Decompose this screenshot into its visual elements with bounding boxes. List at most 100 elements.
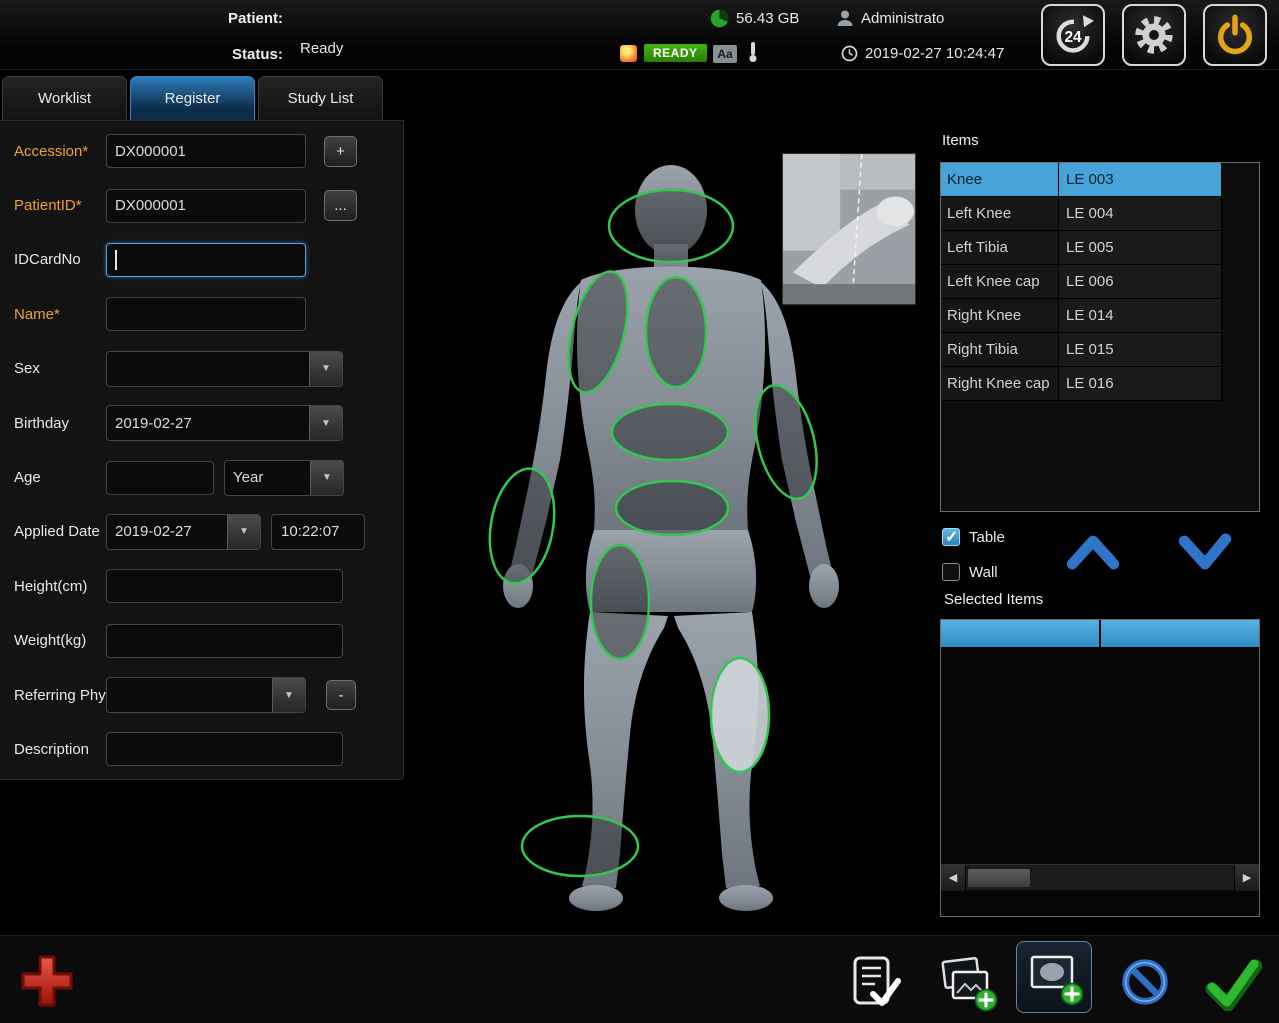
items-title: Items: [942, 132, 979, 149]
height-row: Height(cm): [0, 559, 403, 613]
wall-receptor-option[interactable]: Wall: [942, 563, 998, 581]
item-code: LE 014: [1059, 299, 1222, 333]
applied-date-select[interactable]: 2019-02-27 ▼: [106, 514, 261, 550]
item-code: LE 006: [1059, 265, 1222, 299]
accession-input[interactable]: [106, 134, 306, 168]
scroll-left-button[interactable]: ◀: [941, 865, 966, 891]
item-row[interactable]: Left Tibia LE 005: [941, 231, 1259, 265]
birthday-select[interactable]: 2019-02-27 ▼: [106, 405, 343, 441]
selected-items-body: [941, 647, 1259, 864]
id-card-input[interactable]: [106, 243, 306, 277]
age-unit-select[interactable]: Year ▼: [224, 460, 344, 496]
patient-id-browse-button[interactable]: ...: [324, 190, 357, 221]
move-up-button[interactable]: [1062, 528, 1124, 576]
chevron-up-icon: [1062, 528, 1124, 576]
item-code: LE 005: [1059, 231, 1222, 265]
main-tabs: Worklist Register Study List: [2, 76, 383, 120]
weight-row: Weight(kg): [0, 614, 403, 668]
scroll-right-button[interactable]: ▶: [1234, 865, 1259, 891]
sex-row: Sex ▼: [0, 342, 403, 396]
text-size-indicator: Aa: [713, 45, 737, 63]
chevron-down-icon: ▼: [272, 678, 305, 712]
name-input[interactable]: [106, 297, 306, 331]
item-row[interactable]: Left Knee cap LE 006: [941, 265, 1259, 299]
tab-worklist[interactable]: Worklist: [2, 76, 127, 120]
horizontal-scrollbar: ◀ ▶: [941, 864, 1259, 890]
item-row[interactable]: Right Tibia LE 015: [941, 333, 1259, 367]
position-preview-image: [782, 153, 916, 305]
green-check-icon: [1202, 953, 1262, 1011]
scrollbar-thumb[interactable]: [968, 869, 1030, 887]
region-knee-selected[interactable]: [711, 658, 769, 772]
gear-icon: [1132, 13, 1176, 57]
patient-id-input[interactable]: [106, 189, 306, 223]
wall-checkbox-label: Wall: [969, 564, 998, 581]
age-label: Age: [0, 469, 106, 486]
move-down-button[interactable]: [1174, 528, 1236, 576]
description-label: Description: [0, 741, 106, 758]
region-thigh[interactable]: [591, 545, 649, 659]
settings-button[interactable]: [1122, 4, 1186, 66]
wall-checkbox[interactable]: [942, 563, 960, 581]
knee-position-illustration: [783, 154, 915, 304]
applied-date-label: Applied Date: [0, 523, 106, 540]
birthday-label: Birthday: [0, 415, 106, 432]
tab-register[interactable]: Register: [130, 76, 255, 120]
tab-study-list[interactable]: Study List: [258, 76, 383, 120]
age-unit-value: Year: [225, 469, 310, 486]
table-receptor-option[interactable]: Table: [942, 528, 1005, 546]
cancel-button[interactable]: [1118, 955, 1172, 1014]
item-code: LE 015: [1059, 333, 1222, 367]
region-pelvis[interactable]: [616, 481, 728, 535]
item-name: Right Knee cap: [941, 367, 1059, 401]
items-list: Knee LE 003 Left Knee LE 004 Left Tibia …: [940, 162, 1260, 512]
description-input[interactable]: [106, 732, 343, 766]
power-icon: [1213, 13, 1257, 57]
user-icon: [836, 9, 854, 27]
table-checkbox[interactable]: [942, 528, 960, 546]
patient-label: Patient:: [228, 10, 283, 27]
sex-label: Sex: [0, 360, 106, 377]
region-abdomen[interactable]: [612, 404, 728, 460]
applied-time-field[interactable]: 10:22:07: [271, 514, 365, 550]
status-value: Ready: [300, 40, 343, 57]
disk-pie-icon: [710, 9, 729, 28]
referring-physician-remove-button[interactable]: -: [326, 680, 356, 710]
thermometer-icon: [747, 41, 759, 63]
rotate-24h-button[interactable]: 24: [1041, 4, 1105, 66]
emergency-patient-button[interactable]: [18, 952, 76, 1015]
body-map-area: [404, 70, 932, 935]
name-row: Name*: [0, 287, 403, 341]
region-chest[interactable]: [646, 277, 706, 387]
accession-add-button[interactable]: +: [324, 136, 357, 167]
referring-physician-label: Referring Phys: [0, 687, 106, 704]
chevron-down-icon: ▼: [310, 461, 343, 495]
rotate-24h-icon: 24: [1051, 13, 1095, 57]
item-row[interactable]: Right Knee cap LE 016: [941, 367, 1259, 401]
item-name: Left Tibia: [941, 231, 1059, 265]
item-name: Right Knee: [941, 299, 1059, 333]
weight-input[interactable]: [106, 624, 343, 658]
referring-physician-select[interactable]: ▼: [106, 677, 306, 713]
prohibition-icon: [1118, 955, 1172, 1009]
item-code: LE 004: [1059, 197, 1222, 231]
accession-row: Accession* +: [0, 124, 403, 178]
region-head[interactable]: [609, 190, 733, 262]
clock-icon: [841, 45, 858, 62]
confirm-button[interactable]: [1202, 953, 1262, 1016]
age-input[interactable]: [106, 461, 214, 495]
add-images-button[interactable]: [938, 952, 998, 1017]
item-row[interactable]: Right Knee LE 014: [941, 299, 1259, 333]
item-row[interactable]: Left Knee LE 004: [941, 197, 1259, 231]
top-bar: Patient: 56.43 GB Administrato Status: R…: [0, 0, 1279, 70]
add-image-button-active[interactable]: [1016, 941, 1092, 1013]
height-input[interactable]: [106, 569, 343, 603]
patient-id-label: PatientID*: [0, 197, 106, 214]
scrollbar-track[interactable]: [966, 865, 1234, 890]
selected-items-header-col1: [941, 620, 1099, 647]
sex-select[interactable]: ▼: [106, 351, 343, 387]
register-study-button[interactable]: [845, 953, 903, 1016]
item-row[interactable]: Knee LE 003: [941, 163, 1259, 197]
region-foot[interactable]: [522, 816, 638, 876]
power-button[interactable]: [1203, 4, 1267, 66]
